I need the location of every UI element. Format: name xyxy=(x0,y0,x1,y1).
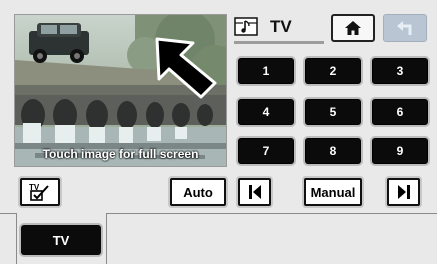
key-6[interactable]: 6 xyxy=(372,99,428,125)
tv-menu-button[interactable]: TV xyxy=(20,178,60,206)
home-icon xyxy=(345,21,361,35)
header-rule xyxy=(234,41,324,44)
home-button[interactable] xyxy=(331,14,375,42)
preview-caption: Touch image for full screen xyxy=(42,147,199,161)
tv-checklist-icon: TV xyxy=(29,183,49,201)
next-channel-button[interactable] xyxy=(387,178,420,206)
fullscreen-arrow-icon xyxy=(155,37,217,99)
skip-next-icon xyxy=(397,185,410,199)
skip-previous-icon xyxy=(248,185,261,199)
key-3[interactable]: 3 xyxy=(372,58,428,84)
video-preview[interactable]: Touch image for full screen xyxy=(14,14,227,167)
prev-channel-button[interactable] xyxy=(238,178,271,206)
tab-divider xyxy=(107,213,437,214)
auto-tune-button[interactable]: Auto xyxy=(170,178,226,206)
key-2[interactable]: 2 xyxy=(305,58,361,84)
key-8[interactable]: 8 xyxy=(305,138,361,164)
key-1[interactable]: 1 xyxy=(238,58,294,84)
tv-screen: Touch image for full screen TV 1 2 3 4 5… xyxy=(0,0,437,264)
music-note-screen-icon xyxy=(234,17,258,36)
source-title: TV xyxy=(270,17,292,36)
tab-tv[interactable]: TV xyxy=(21,225,101,255)
tab-divider xyxy=(0,213,16,214)
manual-tune-button[interactable]: Manual xyxy=(304,178,362,206)
back-arrow-icon xyxy=(397,21,412,35)
key-4[interactable]: 4 xyxy=(238,99,294,125)
key-9[interactable]: 9 xyxy=(372,138,428,164)
key-5[interactable]: 5 xyxy=(305,99,361,125)
back-button[interactable] xyxy=(383,14,427,42)
key-7[interactable]: 7 xyxy=(238,138,294,164)
